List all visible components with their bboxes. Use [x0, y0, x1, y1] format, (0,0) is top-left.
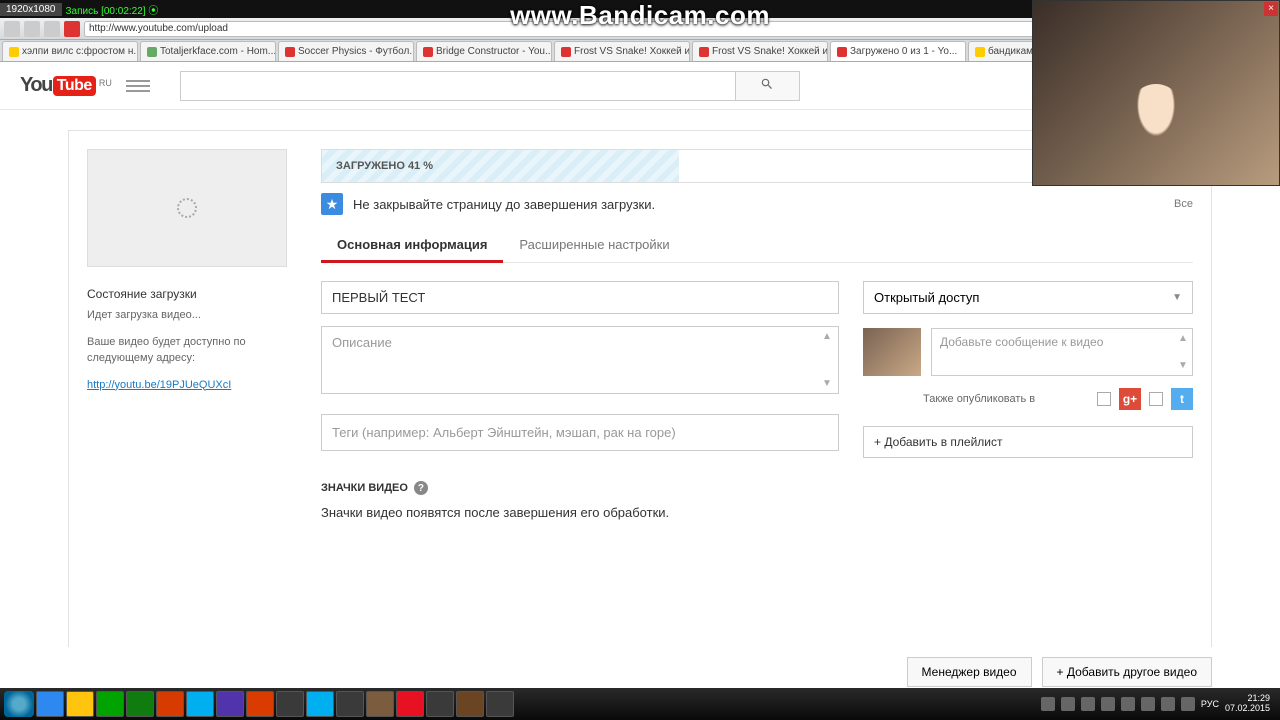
tray-icon[interactable]: [1181, 697, 1195, 711]
thumbnails-info: Значки видео появятся после завершения е…: [321, 505, 839, 520]
taskbar-app[interactable]: [486, 691, 514, 717]
bandicam-resolution: 1920x1080: [0, 3, 62, 16]
taskbar-app[interactable]: [36, 691, 64, 717]
privacy-dropdown[interactable]: Открытый доступ▼: [863, 281, 1193, 314]
chevron-up-icon: ▲: [820, 331, 834, 342]
twitter-checkbox[interactable]: [1149, 392, 1163, 406]
upload-tabs: Основная информация Расширенные настройк…: [321, 229, 1193, 263]
upload-status-text: Идет загрузка видео...: [87, 307, 297, 324]
video-description-input[interactable]: Описание ▲▼: [321, 326, 839, 394]
taskbar-app[interactable]: [366, 691, 394, 717]
guide-menu-button[interactable]: [126, 74, 150, 98]
webcam-overlay: [1032, 0, 1280, 186]
taskbar-app[interactable]: [126, 691, 154, 717]
windows-taskbar: РУС 21:2907.02.2015: [0, 688, 1280, 720]
taskbar-app[interactable]: [216, 691, 244, 717]
search-form: [180, 71, 800, 101]
upload-status-text: Ваше видео будет доступно по следующему …: [87, 334, 297, 367]
browser-tab[interactable]: Soccer Physics - Футбол...: [278, 41, 414, 61]
chevron-down-icon: ▼: [1176, 360, 1190, 371]
google-plus-icon: g+: [1119, 388, 1141, 410]
bottom-button-row: Менеджер видео + Добавить другое видео: [0, 647, 1280, 687]
taskbar-app[interactable]: [426, 691, 454, 717]
taskbar-app[interactable]: [306, 691, 334, 717]
chevron-down-icon: ▼: [820, 378, 834, 389]
browser-tab[interactable]: хэлпи вилс с:фростом н...: [2, 41, 138, 61]
back-button[interactable]: [4, 21, 20, 37]
notice-all-link[interactable]: Все: [1174, 198, 1193, 210]
left-column: Состояние загрузки Идет загрузка видео..…: [87, 149, 297, 631]
add-to-playlist-button[interactable]: + Добавить в плейлист: [863, 426, 1193, 458]
star-icon: ★: [321, 193, 343, 215]
video-manager-button[interactable]: Менеджер видео: [907, 657, 1032, 687]
upload-page: Состояние загрузки Идет загрузка видео..…: [0, 110, 1280, 647]
youtube-logo[interactable]: YouTubeRU: [20, 74, 112, 97]
user-avatar: [863, 328, 921, 376]
video-tags-input[interactable]: Теги (например: Альберт Эйнштейн, мэшап,…: [321, 414, 839, 451]
bandicam-rec-label: Запись [00:02:22] ⦿: [66, 2, 159, 17]
chevron-down-icon: ▼: [1172, 292, 1182, 303]
tray-icon[interactable]: [1061, 697, 1075, 711]
taskbar-app[interactable]: [336, 691, 364, 717]
upload-notice: ★ Не закрывайте страницу до завершения з…: [321, 193, 1193, 215]
upload-status-heading: Состояние загрузки: [87, 287, 297, 301]
loading-spinner-icon: [177, 198, 197, 218]
bandicam-close-button[interactable]: ×: [1264, 2, 1278, 16]
reload-button[interactable]: [44, 21, 60, 37]
video-title-input[interactable]: [321, 281, 839, 314]
video-thumbnail-placeholder: [87, 149, 287, 267]
main-column: ЗАГРУЖЕНО 41 % Осталось 2 минуты. × ★ Не…: [321, 149, 1193, 631]
thumbnails-heading: ЗНАЧКИ ВИДЕО ?: [321, 481, 839, 495]
tray-icon[interactable]: [1041, 697, 1055, 711]
add-another-video-button[interactable]: + Добавить другое видео: [1042, 657, 1212, 687]
taskbar-app[interactable]: [246, 691, 274, 717]
taskbar-app[interactable]: [66, 691, 94, 717]
share-message-input[interactable]: Добавьте сообщение к видео ▲▼: [931, 328, 1193, 376]
help-icon[interactable]: ?: [414, 481, 428, 495]
tray-icon[interactable]: [1121, 697, 1135, 711]
taskbar-app[interactable]: [276, 691, 304, 717]
browser-tab[interactable]: Bridge Constructor - You...: [416, 41, 552, 61]
search-icon: [760, 77, 774, 91]
bandicam-watermark: www.Bandicam.com: [510, 0, 770, 31]
video-url-link[interactable]: http://youtu.be/19PJUeQUXcI: [87, 379, 231, 391]
progress-label: ЗАГРУЖЕНО 41 %: [322, 160, 433, 172]
tray-icon[interactable]: [1161, 697, 1175, 711]
yandex-favicon: [64, 21, 80, 37]
browser-tab[interactable]: Totaljerkface.com - Hom...: [140, 41, 276, 61]
tray-icon[interactable]: [1081, 697, 1095, 711]
search-button[interactable]: [736, 71, 800, 101]
tab-basic-info[interactable]: Основная информация: [321, 229, 503, 263]
taskbar-app[interactable]: [96, 691, 124, 717]
taskbar-app[interactable]: [396, 691, 424, 717]
taskbar-app[interactable]: [186, 691, 214, 717]
tray-icon[interactable]: [1141, 697, 1155, 711]
taskbar-app[interactable]: [456, 691, 484, 717]
system-clock[interactable]: 21:2907.02.2015: [1225, 694, 1270, 714]
browser-tab-active[interactable]: Загружено 0 из 1 - Yo...×: [830, 41, 966, 61]
taskbar-app[interactable]: [156, 691, 184, 717]
tray-icon[interactable]: [1101, 697, 1115, 711]
google-plus-checkbox[interactable]: [1097, 392, 1111, 406]
system-tray: РУС 21:2907.02.2015: [1041, 694, 1276, 714]
tray-language[interactable]: РУС: [1201, 699, 1219, 709]
start-button[interactable]: [4, 691, 34, 717]
browser-tab[interactable]: Frost VS Snake! Хоккей и...: [554, 41, 690, 61]
upload-card: Состояние загрузки Идет загрузка видео..…: [68, 130, 1212, 647]
twitter-icon: t: [1171, 388, 1193, 410]
browser-tab[interactable]: Frost VS Snake! Хоккей и...: [692, 41, 828, 61]
forward-button[interactable]: [24, 21, 40, 37]
notice-text: Не закрывайте страницу до завершения заг…: [353, 197, 655, 212]
tab-advanced-settings[interactable]: Расширенные настройки: [503, 229, 685, 262]
also-publish-label: Также опубликовать в: [923, 393, 1035, 405]
search-input[interactable]: [180, 71, 736, 101]
chevron-up-icon: ▲: [1176, 333, 1190, 344]
